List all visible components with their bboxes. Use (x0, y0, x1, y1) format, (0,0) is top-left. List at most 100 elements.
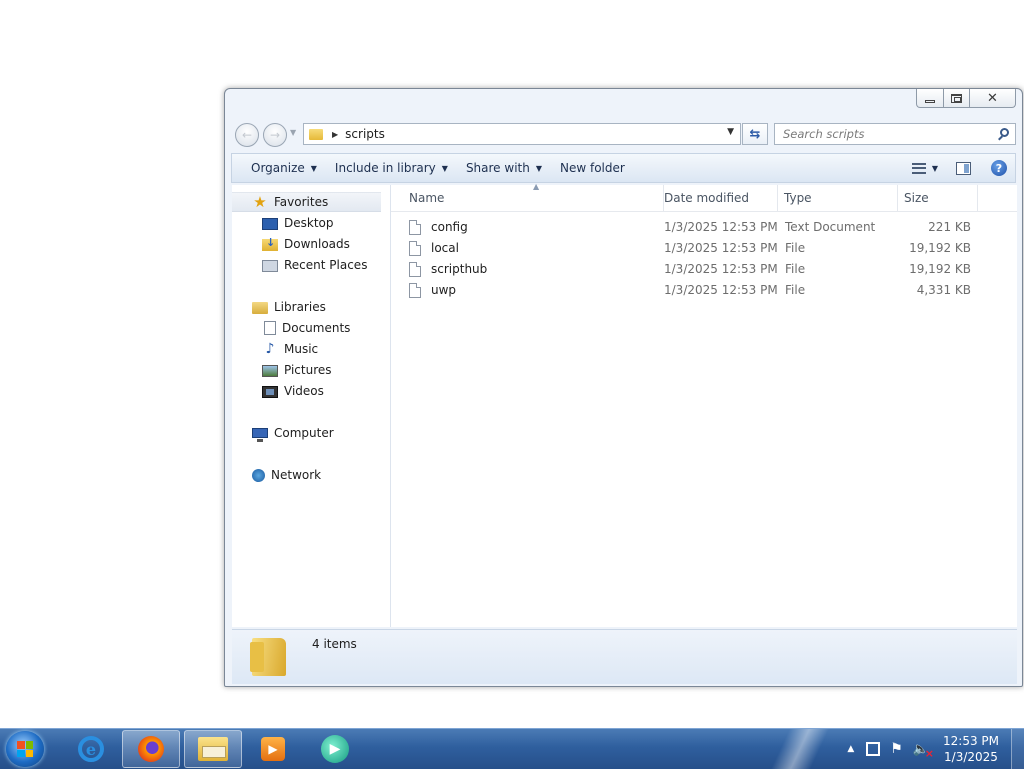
new-folder-label: New folder (560, 161, 625, 175)
show-hidden-icons-icon[interactable]: ▲ (847, 744, 854, 754)
windows-explorer-icon (198, 737, 228, 761)
taskbar-app[interactable]: ▶ (306, 730, 364, 768)
nav-pictures-label: Pictures (284, 363, 332, 377)
address-bar[interactable]: ▶ scripts ▼ (303, 123, 741, 145)
nav-pictures[interactable]: Pictures (232, 360, 332, 380)
show-desktop-button[interactable] (1011, 729, 1024, 769)
close-button[interactable]: ✕ (970, 89, 1016, 108)
clock[interactable]: 12:53 PM 1/3/2025 (943, 733, 999, 765)
refresh-icon: ⇆ (749, 126, 761, 142)
breadcrumb-arrow-icon[interactable]: ▶ (332, 130, 338, 139)
file-type: File (785, 262, 806, 276)
file-size: 19,192 KB (909, 262, 971, 276)
nav-downloads-label: Downloads (284, 237, 350, 251)
file-name: local (431, 241, 459, 255)
taskbar-media-player[interactable]: ▶ (244, 730, 302, 768)
organize-label: Organize (251, 161, 305, 175)
search-icon[interactable] (1000, 128, 1009, 137)
nav-libraries[interactable]: Libraries (232, 297, 326, 317)
forward-button[interactable]: → (263, 123, 287, 147)
music-note-icon: ♪ (265, 341, 275, 357)
column-header-size[interactable]: Size (898, 185, 978, 211)
search-box[interactable] (774, 123, 1016, 145)
search-input[interactable] (781, 126, 985, 142)
forward-arrow-icon: → (269, 128, 281, 142)
file-name: scripthub (431, 262, 488, 276)
app-icon: ▶ (321, 735, 349, 763)
column-size-label: Size (904, 191, 929, 205)
include-in-library-menu[interactable]: Include in library ▼ (326, 154, 457, 182)
address-dropdown-icon[interactable]: ▼ (727, 127, 734, 137)
volume-muted-icon[interactable]: 🔈 (913, 742, 934, 760)
new-folder-button[interactable]: New folder (551, 154, 634, 182)
file-type: Text Document (785, 220, 876, 234)
chevron-down-icon: ▼ (441, 163, 448, 173)
nav-recent-places[interactable]: Recent Places (232, 255, 367, 275)
view-options-dropdown[interactable]: ▼ (932, 164, 938, 173)
file-icon (409, 262, 421, 277)
file-name: uwp (431, 283, 457, 297)
file-row-uwp[interactable]: uwp 1/3/2025 12:53 PM File 4,331 KB (397, 280, 977, 301)
navigation-bar: ← → ▼ ▶ scripts ▼ ⇆ (233, 123, 1016, 147)
recent-places-icon (262, 259, 278, 272)
network-icon (252, 468, 265, 482)
clock-time: 12:53 PM (943, 734, 999, 748)
file-row-local[interactable]: local 1/3/2025 12:53 PM File 19,192 KB (397, 238, 977, 259)
taskbar-firefox[interactable] (122, 730, 180, 768)
file-icon (409, 241, 421, 256)
share-with-label: Share with (465, 161, 530, 175)
file-row-scripthub[interactable]: scripthub 1/3/2025 12:53 PM File 19,192 … (397, 259, 977, 280)
network-status-icon[interactable] (866, 742, 881, 756)
clock-date: 1/3/2025 (944, 750, 998, 764)
libraries-icon (252, 301, 268, 314)
minimize-icon (925, 99, 935, 103)
nav-computer[interactable]: Computer (232, 423, 334, 443)
column-date-label: Date modified (664, 191, 750, 205)
nav-desktop-label: Desktop (284, 216, 334, 230)
column-header-date-modified[interactable]: Date modified (658, 185, 778, 211)
navigation-pane: ★ Favorites Desktop Downloads Recent Pla… (232, 185, 391, 627)
preview-pane-icon[interactable] (956, 161, 971, 175)
nav-network[interactable]: Network (232, 465, 321, 485)
start-button[interactable] (6, 731, 44, 767)
column-header-type[interactable]: Type (778, 185, 898, 211)
nav-videos-label: Videos (284, 384, 324, 398)
nav-downloads[interactable]: Downloads (232, 234, 350, 254)
nav-documents[interactable]: Documents (232, 318, 350, 338)
breadcrumb-scripts[interactable]: scripts (345, 127, 385, 141)
file-size: 19,192 KB (909, 241, 971, 255)
taskbar-internet-explorer[interactable]: e (62, 730, 120, 768)
column-name-label: Name (409, 191, 445, 205)
item-count: 4 items (312, 637, 357, 651)
firefox-icon (138, 736, 164, 762)
taskbar: e ▶ ▶ ▲ ⚑ 🔈 12:53 PM 1/3/2025 (0, 728, 1024, 769)
recent-pages-dropdown[interactable]: ▼ (290, 128, 296, 137)
file-row-config[interactable]: config 1/3/2025 12:53 PM Text Document 2… (397, 217, 977, 238)
file-name: config (431, 220, 468, 234)
folder-icon (309, 128, 323, 140)
maximize-button[interactable] (944, 89, 970, 108)
file-size: 221 KB (928, 220, 971, 234)
file-size: 4,331 KB (916, 283, 971, 297)
back-button[interactable]: ← (235, 123, 259, 147)
pictures-icon (262, 364, 278, 377)
refresh-button[interactable]: ⇆ (742, 123, 768, 145)
nav-network-label: Network (271, 468, 322, 482)
nav-videos[interactable]: Videos (232, 381, 324, 401)
videos-icon (262, 385, 278, 398)
action-center-flag-icon[interactable]: ⚑ (890, 741, 903, 757)
change-view-icon[interactable] (911, 162, 926, 174)
sort-ascending-icon: ▲ (533, 182, 540, 191)
organize-menu[interactable]: Organize ▼ (242, 154, 326, 182)
help-icon[interactable]: ? (991, 160, 1007, 176)
documents-icon (264, 321, 276, 335)
nav-music[interactable]: ♪ Music (232, 339, 319, 359)
taskbar-windows-explorer[interactable] (184, 730, 242, 768)
system-tray: ▲ ⚑ 🔈 12:53 PM 1/3/2025 (847, 729, 1024, 769)
share-with-menu[interactable]: Share with ▼ (457, 154, 551, 182)
column-header-name[interactable]: ▲ Name (397, 182, 664, 211)
minimize-button[interactable] (916, 89, 944, 108)
nav-favorites[interactable]: ★ Favorites (232, 192, 381, 212)
nav-desktop[interactable]: Desktop (232, 213, 334, 233)
desktop-icon (262, 217, 278, 230)
